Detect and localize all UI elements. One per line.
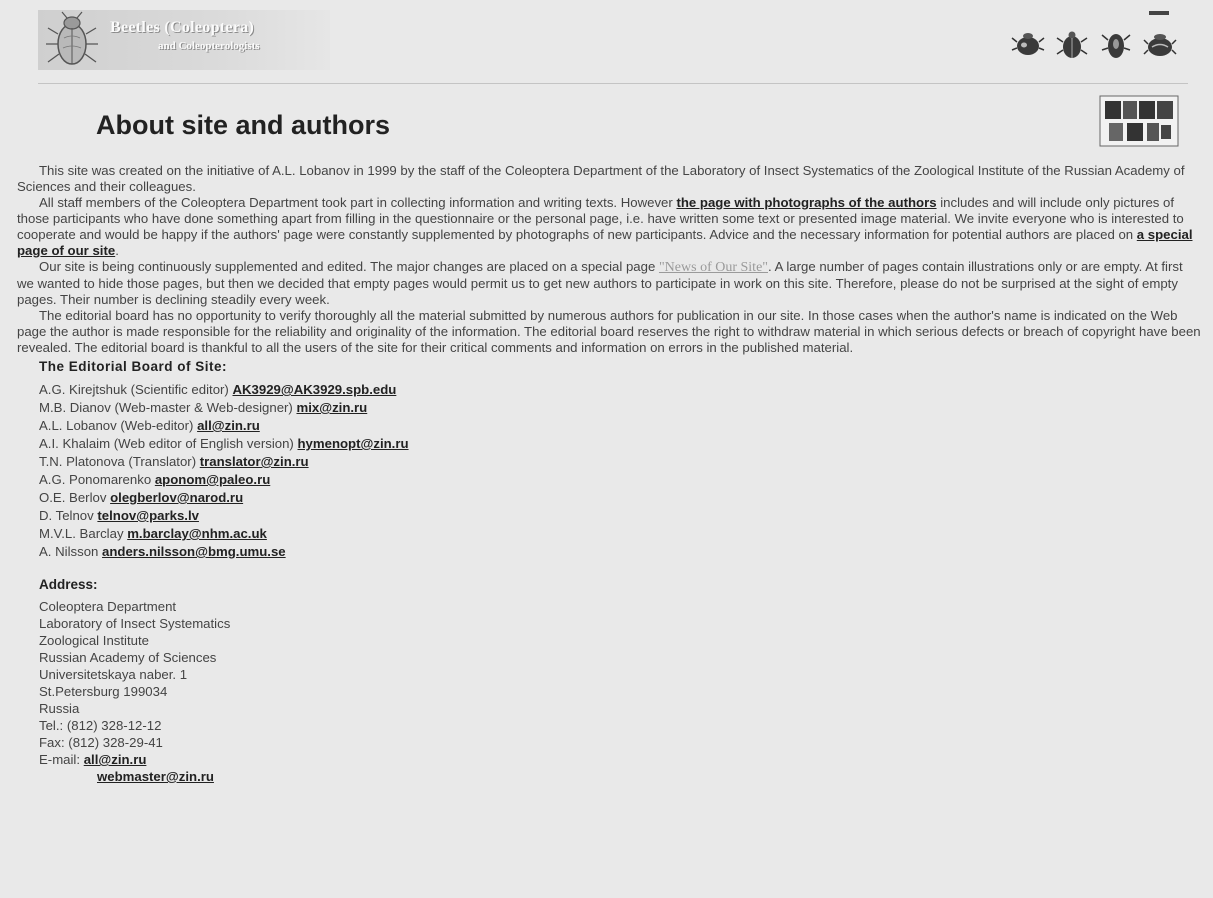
board-member-row: A.L. Lobanov (Web-editor) all@zin.ru <box>39 417 1202 435</box>
beetle-logo-icon <box>46 11 98 65</box>
board-member-email[interactable]: hymenopt@zin.ru <box>298 436 409 451</box>
intro-paragraph-4: The editorial board has no opportunity t… <box>17 308 1202 356</box>
address-line: Tel.: (812) 328-12-12 <box>39 718 162 733</box>
logo-title: Beetles (Coleoptera) <box>110 19 255 36</box>
site-logo[interactable]: Beetles (Coleoptera) and Coleopterologis… <box>38 10 330 70</box>
intro-text: . <box>115 243 119 258</box>
board-member-name: A.G. Ponomarenko <box>39 472 155 487</box>
beetle-nav-icon-4[interactable] <box>1143 30 1177 60</box>
beetle-nav-icon-3[interactable] <box>1099 30 1133 60</box>
address-email-row: webmaster@zin.ru <box>97 768 1202 785</box>
editorial-board-heading: The Editorial Board of Site: <box>39 359 228 374</box>
board-member-email[interactable]: olegberlov@narod.ru <box>110 490 243 505</box>
email-label: E-mail: <box>39 752 84 767</box>
logo-subtitle: and Coleopterologists <box>158 40 260 52</box>
address-block: Coleoptera Department Laboratory of Inse… <box>39 598 1202 785</box>
header-divider <box>38 83 1188 84</box>
board-member-email[interactable]: telnov@parks.lv <box>97 508 199 523</box>
address-line: Laboratory of Insect Systematics <box>39 616 231 631</box>
address-line: Zoological Institute <box>39 633 149 648</box>
address-email-row: E-mail: all@zin.ru <box>39 751 1202 768</box>
board-member-name: A. Nilsson <box>39 544 103 559</box>
board-member-email[interactable]: all@zin.ru <box>197 418 260 433</box>
board-member-name: A.L. Lobanov (Web-editor) <box>39 418 198 433</box>
board-member-name: M.B. Dianov (Web-master & Web-designer) <box>39 400 297 415</box>
board-member-name: T.N. Platonova (Translator) <box>39 454 200 469</box>
intro-paragraph-3: Our site is being continuously supplemen… <box>17 259 1202 308</box>
intro-text: All staff members of the Coleoptera Depa… <box>39 195 677 210</box>
board-member-row: A.G. Kirejtshuk (Scientific editor) AK39… <box>39 381 1202 399</box>
news-of-site-link[interactable]: "News of Our Site" <box>659 260 768 275</box>
editorial-board-list: A.G. Kirejtshuk (Scientific editor) AK39… <box>39 381 1202 561</box>
board-member-row: M.V.L. Barclay m.barclay@nhm.ac.uk <box>39 525 1202 543</box>
board-member-email[interactable]: AK3929@AK3929.spb.edu <box>232 382 396 397</box>
address-line: Russian Academy of Sciences <box>39 650 217 665</box>
board-member-row: O.E. Berlov olegberlov@narod.ru <box>39 489 1202 507</box>
webmaster-email-link[interactable]: webmaster@zin.ru <box>97 769 214 784</box>
authors-photos-link[interactable]: the page with photographs of the authors <box>676 195 936 210</box>
board-member-row: A. Nilsson anders.nilsson@bmg.umu.se <box>39 543 1202 561</box>
nav-icon-group <box>1011 30 1177 60</box>
intro-paragraph-1: This site was created on the initiative … <box>17 163 1202 195</box>
board-member-row: D. Telnov telnov@parks.lv <box>39 507 1202 525</box>
board-member-row: A.I. Khalaim (Web editor of English vers… <box>39 435 1202 453</box>
address-line: Coleoptera Department <box>39 599 177 614</box>
board-member-name: O.E. Berlov <box>39 490 111 505</box>
address-heading: Address: <box>39 577 98 592</box>
board-member-email[interactable]: mix@zin.ru <box>296 400 367 415</box>
board-member-email[interactable]: m.barclay@nhm.ac.uk <box>127 526 267 541</box>
board-member-name: M.V.L. Barclay <box>39 526 128 541</box>
board-member-name: A.G. Kirejtshuk (Scientific editor) <box>39 382 233 397</box>
main-content: This site was created on the initiative … <box>17 163 1202 785</box>
beetle-nav-icon-2[interactable] <box>1055 30 1089 60</box>
beetle-nav-icon-1[interactable] <box>1011 30 1045 60</box>
board-member-name: D. Telnov <box>39 508 98 523</box>
intro-text: The editorial board has no opportunity t… <box>17 308 1201 355</box>
board-member-row: M.B. Dianov (Web-master & Web-designer) … <box>39 399 1202 417</box>
board-member-email[interactable]: aponom@paleo.ru <box>155 472 270 487</box>
page-title: About site and authors <box>96 110 391 140</box>
intro-text: Our site is being continuously supplemen… <box>39 259 659 274</box>
address-line: St.Petersburg 199034 <box>39 684 168 699</box>
intro-paragraph-2: All staff members of the Coleoptera Depa… <box>17 195 1202 259</box>
board-member-email[interactable]: anders.nilsson@bmg.umu.se <box>102 544 286 559</box>
board-member-row: T.N. Platonova (Translator) translator@z… <box>39 453 1202 471</box>
authors-stamp-icon[interactable] <box>1099 95 1179 147</box>
board-member-row: A.G. Ponomarenko aponom@paleo.ru <box>39 471 1202 489</box>
intro-text: This site was created on the initiative … <box>17 163 1185 194</box>
board-member-name: A.I. Khalaim (Web editor of English vers… <box>39 436 298 451</box>
top-bar-marker <box>1149 11 1169 15</box>
board-member-email[interactable]: translator@zin.ru <box>200 454 309 469</box>
address-email-link[interactable]: all@zin.ru <box>84 752 147 767</box>
address-line: Russia <box>39 701 80 716</box>
address-line: Universitetskaya naber. 1 <box>39 667 188 682</box>
site-header: Beetles (Coleoptera) and Coleopterologis… <box>0 0 1213 84</box>
address-line: Fax: (812) 328-29-41 <box>39 735 163 750</box>
